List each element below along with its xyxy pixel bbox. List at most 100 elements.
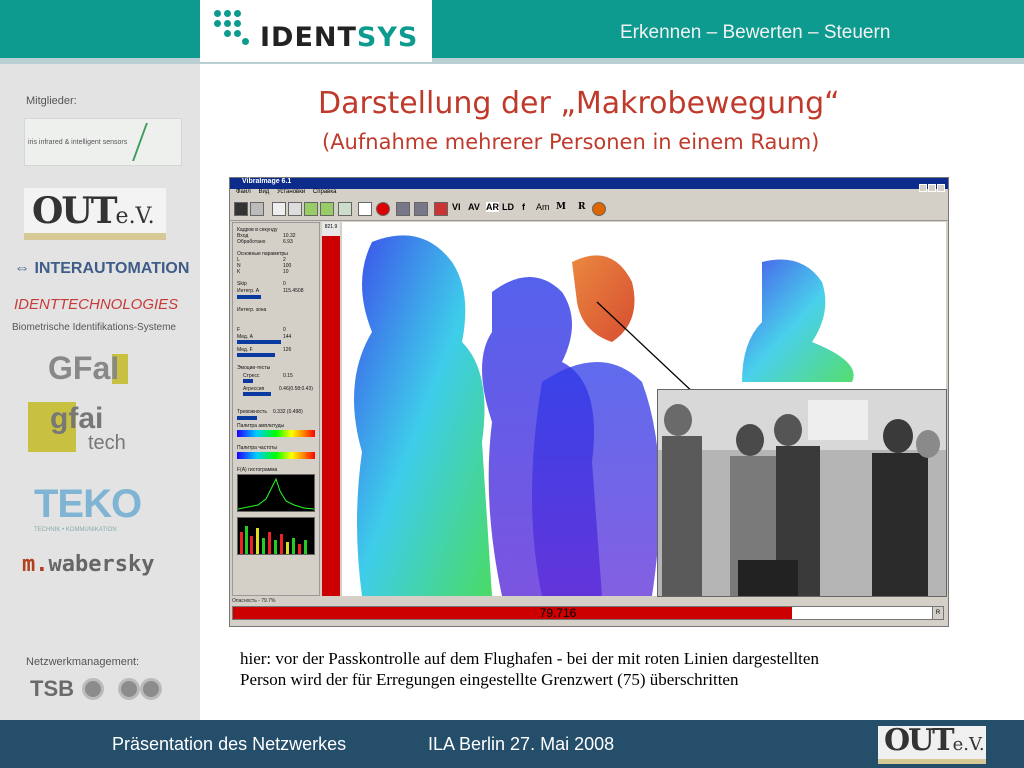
ar-button[interactable]: AR — [486, 202, 499, 212]
menu-item[interactable]: Установки — [277, 189, 305, 195]
wabersky-logo: m.wabersky — [22, 552, 155, 577]
f-button[interactable]: f — [522, 202, 525, 212]
histogram-a-plot — [237, 477, 315, 510]
panel-label: Интегр. зона — [237, 307, 267, 313]
panel-label: Эмоции-тесты — [237, 365, 271, 371]
tagline: Erkennen – Bewerten – Steuern — [620, 22, 891, 43]
menu-item[interactable]: Вид — [258, 189, 269, 195]
slide-subtitle: (Aufnahme mehrerer Personen in einem Rau… — [322, 130, 820, 154]
dots-icon — [214, 10, 250, 46]
menu-item[interactable]: Файл — [236, 189, 251, 195]
slide-caption: hier: vor der Passkontrolle auf dem Flug… — [240, 648, 940, 690]
histogram-f — [237, 517, 315, 555]
panel-value: 0.332 (0.498) — [273, 409, 303, 415]
level-bar — [243, 379, 253, 383]
panel-value: 115.4508 — [283, 288, 304, 294]
sidebar: Mitglieder: iris infrared & intelligent … — [0, 64, 200, 720]
alarm-level-value: 821.9 — [322, 222, 340, 236]
vibraimage-window: VibraImage 6.1 Файл Вид Установки Справк… — [229, 177, 949, 627]
sensor-icon — [132, 123, 170, 161]
vi-button[interactable]: VI — [452, 202, 461, 212]
panel-label: Skip — [237, 281, 247, 287]
level-bar — [237, 295, 261, 299]
image-icon[interactable] — [320, 202, 334, 216]
frequency-palette — [237, 452, 315, 459]
monitor-icon[interactable] — [396, 202, 410, 216]
target-icon[interactable] — [592, 202, 606, 216]
panel-label: Палитра частоты — [237, 445, 277, 451]
tsb-circle-icon — [82, 678, 104, 700]
identtechnologies-logo: IDENTTECHNOLOGIES — [14, 296, 179, 313]
tsb-circle-icon — [118, 678, 140, 700]
danger-meter: 79.716 — [232, 606, 936, 620]
reset-button[interactable]: R — [932, 606, 944, 620]
network-label: Netzwerkmanagement: — [26, 656, 140, 668]
window-titlebar: VibraImage 6.1 — [230, 178, 948, 192]
members-label: Mitglieder: — [26, 95, 77, 107]
portrait-icon[interactable] — [434, 202, 448, 216]
danger-value: 79.716 — [539, 606, 577, 620]
histogram-f-plot — [240, 526, 307, 554]
caption-line: Person wird der für Erregungen eingestel… — [240, 670, 739, 689]
footer-presentation: Präsentation des Netzwerkes — [112, 734, 347, 754]
save-icon[interactable] — [234, 202, 248, 216]
identtechnologies-sub: Biometrische Identifikations-Systeme — [12, 322, 176, 333]
panel-value: 0 — [283, 327, 286, 333]
footer: Präsentation des Netzwerkes ILA Berlin 2… — [0, 720, 1024, 768]
level-bar — [237, 416, 257, 420]
level-bar — [237, 353, 275, 357]
parameters-panel: Кадров в секунду Вход 10.32 Обработано 6… — [232, 222, 320, 596]
figure-icon[interactable] — [358, 202, 372, 216]
caption-line: hier: vor der Passkontrolle auf dem Flug… — [240, 649, 819, 668]
panel-label: K — [237, 269, 241, 275]
panel-value: 0 — [283, 281, 286, 287]
camera-icon[interactable] — [288, 202, 302, 216]
footer-event: ILA Berlin 27. Mai 2008 — [428, 734, 615, 754]
teko-logo: TEKO — [34, 482, 142, 526]
tsb-circle-icon — [140, 678, 162, 700]
footer-out-logo: OUTe.V. — [878, 723, 986, 764]
panel-label: Тревожность — [237, 409, 267, 415]
alarm-level-strip — [322, 222, 340, 596]
danger-label: Опасность - 79.7% — [232, 598, 276, 604]
logo-text: IDENTSYS — [260, 22, 419, 53]
interautomation-logo: ⇔ INTERAUTOMATION — [14, 260, 190, 277]
histogram-a — [237, 474, 315, 512]
level-bar — [243, 392, 271, 396]
m-button[interactable]: M — [556, 202, 566, 212]
monitor-icon[interactable] — [414, 202, 428, 216]
panel-label: Обработано — [237, 239, 266, 245]
panel-label: Палитра амплитуды — [237, 423, 285, 429]
tsb-logo: TSB — [30, 676, 74, 701]
gfai-tech-logo: gfai tech — [28, 402, 154, 462]
stop-icon[interactable] — [376, 202, 390, 216]
toolbar: VI AV AR LD f Am M R — [230, 199, 948, 221]
panel-value: 126 — [283, 347, 292, 353]
panel-value: 10 — [283, 269, 289, 275]
surveillance-photo — [657, 389, 947, 597]
image-icon[interactable] — [304, 202, 318, 216]
tool-icon[interactable] — [250, 202, 264, 216]
panel-label: F — [237, 327, 241, 333]
out-logo: OUTe.V. — [24, 188, 166, 240]
slide-title: Darstellung der „Makrobewegung“ — [318, 86, 840, 121]
menu-item[interactable]: Справка — [313, 189, 337, 195]
am-button[interactable]: Am — [536, 202, 550, 212]
print-icon[interactable] — [272, 202, 286, 216]
gfal-logo: GFaI — [48, 350, 128, 387]
panel-label: Основные параметры — [237, 251, 288, 257]
panel-value: 6.93 — [283, 239, 293, 245]
avi-icon[interactable] — [338, 202, 352, 216]
r-button[interactable]: R — [578, 202, 585, 212]
identsys-logo: IDENTSYS — [200, 0, 432, 62]
panel-value: 0.46(0.58:0.43) — [279, 386, 313, 392]
iris-logo: iris infrared & intelligent sensors — [24, 118, 182, 166]
menubar: Файл Вид Установки Справка — [230, 189, 948, 199]
surveillance-photo-image — [658, 390, 946, 596]
av-button[interactable]: AV — [468, 202, 480, 212]
amplitude-palette — [237, 430, 315, 437]
danger-status-bar: Опасность - 79.7% 79.716 R — [230, 598, 948, 624]
teko-sub: TECHNIK • KOMMUNIKATION — [34, 527, 117, 533]
panel-label: F(A) гистограмма — [237, 467, 278, 473]
ld-button[interactable]: LD — [502, 202, 514, 212]
